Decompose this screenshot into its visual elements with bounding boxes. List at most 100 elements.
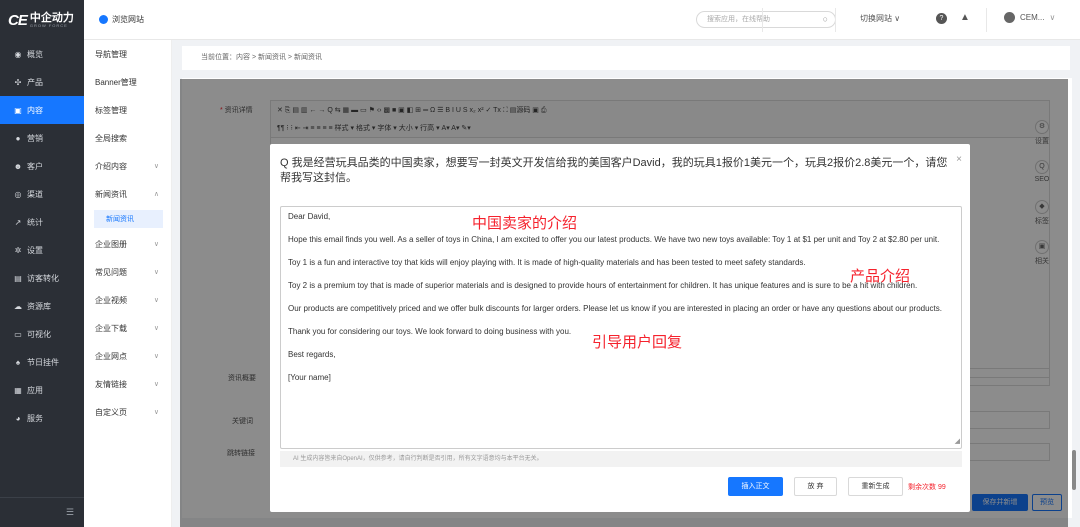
submenu-item-label: 企业图册 <box>95 239 127 249</box>
browse-site-label: 浏览网站 <box>112 15 144 24</box>
chevron-down-icon: ∨ <box>1049 13 1056 22</box>
bell-icon[interactable]: ▲ <box>960 12 970 23</box>
chevron-icon: ∨ <box>153 163 159 170</box>
letter-paragraph: Hope this email finds you well. As a sel… <box>288 235 940 244</box>
content-icon: ▣ <box>14 105 22 115</box>
submenu-child-news[interactable]: 新闻资讯 <box>94 210 163 228</box>
submenu-item[interactable]: 介绍内容 ∨ <box>84 152 171 180</box>
regenerate-button[interactable]: 重新生成 <box>848 477 903 496</box>
ai-disclaimer: AI 生成内容皆来自OpenAI，仅供参考，请自行判断是否引用，所有文字语意均与… <box>280 451 962 467</box>
settings-icon: ✲ <box>14 245 22 255</box>
divider <box>835 8 836 32</box>
marketing-icon: ● <box>15 133 21 143</box>
browse-site-link[interactable]: 浏览网站 <box>84 14 144 25</box>
channel-icon: ◎ <box>14 189 22 199</box>
sidebar-item-monitor[interactable]: ▭ 可视化 <box>0 320 84 348</box>
sidebar-nav: ◉ 概览 ✣ 产品 ▣ 内容 ● 营销 ☻ 客户 ◎ 渠道 ↗ 统计 ✲ 设置 ▤ 访客转化 ☁ 资源库 ▭ 可视化 ♠ 节日… <box>0 40 84 432</box>
discard-button[interactable]: 放 弃 <box>794 477 837 496</box>
submenu-item[interactable]: Banner管理 <box>84 68 171 96</box>
globe-icon <box>99 15 108 24</box>
submenu-item[interactable]: 标签管理 <box>84 96 171 124</box>
sidebar-item-product[interactable]: ✣ 产品 <box>0 68 84 96</box>
submenu-item[interactable]: 企业下载 ∨ <box>84 314 171 342</box>
divider <box>762 8 763 32</box>
search-icon[interactable]: ○ <box>823 12 828 27</box>
submenu-item[interactable]: 自定义页 ∨ <box>84 398 171 426</box>
sidebar-item-service[interactable]: ◕ 服务 <box>0 404 84 432</box>
divider <box>986 8 987 32</box>
chevron-icon: ∨ <box>153 325 159 332</box>
resize-handle-icon[interactable]: ◢ <box>955 436 960 447</box>
sidebar-item-pendant[interactable]: ♠ 节日挂件 <box>0 348 84 376</box>
service-icon: ◕ <box>15 413 21 423</box>
sidebar-item-label: 产品 <box>27 77 43 87</box>
sidebar-item-label: 内容 <box>27 105 43 115</box>
submenu-item-label: 全局搜索 <box>95 133 127 143</box>
logo-text: 中企动力 GROW FORCE <box>29 11 74 28</box>
sidebar-item-stats[interactable]: ↗ 统计 <box>0 208 84 236</box>
letter-paragraph: [Your name] <box>288 373 331 382</box>
top-bar: 浏览网站 搜索应用，在线帮助 ○ 切换网站 ∨ ? ▲ CEM... ∨ <box>84 0 1080 40</box>
chevron-icon: ∨ <box>153 381 159 388</box>
submenu-item[interactable]: 企业网点 ∨ <box>84 342 171 370</box>
sidebar-item-label: 访客转化 <box>27 273 59 283</box>
annotation-intro: 中国卖家的介绍 <box>472 215 578 232</box>
scrollbar[interactable] <box>1072 450 1076 490</box>
dashboard-icon: ◉ <box>14 49 22 59</box>
remaining-count: 剩余次数 99 <box>908 484 946 491</box>
sidebar-item-label: 概览 <box>27 49 43 59</box>
apps-icon: ▦ <box>14 385 22 395</box>
sidebar-item-label: 统计 <box>27 217 43 227</box>
sidebar-item-label: 设置 <box>27 245 43 255</box>
user-name: CEM... <box>1020 13 1045 22</box>
logo-en: GROW FORCE <box>29 22 68 28</box>
collapse-menu-icon[interactable]: ☰ <box>0 497 84 527</box>
sidebar-item-content[interactable]: ▣ 内容 <box>0 96 84 124</box>
avatar <box>1004 12 1015 23</box>
logo-mark: CE <box>8 11 28 29</box>
sidebar-item-label: 应用 <box>27 385 43 395</box>
annotation-guide: 引导用户回复 <box>592 334 683 351</box>
submenu-item[interactable]: 全局搜索 <box>84 124 171 152</box>
submenu-item[interactable]: 企业图册 ∨ <box>84 230 171 258</box>
letter-paragraph: Our products are competitively priced an… <box>288 304 942 313</box>
submenu-item[interactable]: 常见问题 ∨ <box>84 258 171 286</box>
chevron-icon: ∧ <box>153 191 159 198</box>
user-menu[interactable]: CEM... ∨ <box>1004 12 1055 23</box>
logo[interactable]: CE 中企动力 GROW FORCE <box>0 0 84 40</box>
chevron-icon: ∨ <box>153 297 159 304</box>
logo-cn: 中企动力 <box>29 11 74 24</box>
insert-body-button[interactable]: 插入正文 <box>728 477 783 496</box>
sidebar-item-customer[interactable]: ☻ 客户 <box>0 152 84 180</box>
submenu-item[interactable]: 企业视频 ∨ <box>84 286 171 314</box>
sidebar-item-label: 可视化 <box>27 329 51 339</box>
product-icon: ✣ <box>14 77 22 87</box>
sidebar-item-channel[interactable]: ◎ 渠道 <box>0 180 84 208</box>
sidebar-item-settings[interactable]: ✲ 设置 <box>0 236 84 264</box>
visitor-icon: ▤ <box>14 273 22 283</box>
main-sidebar: CE 中企动力 GROW FORCE ◉ 概览 ✣ 产品 ▣ 内容 ● 营销 ☻ 客户 ◎ 渠道 ↗ 统计… <box>0 0 84 527</box>
cloud-icon: ☁ <box>14 301 22 311</box>
search-input[interactable]: 搜索应用，在线帮助 ○ <box>696 11 836 28</box>
submenu-item[interactable]: 新闻资讯 ∧ <box>84 180 171 208</box>
help-icon[interactable]: ? <box>936 13 947 24</box>
stats-icon: ↗ <box>14 217 22 227</box>
submenu-item[interactable]: 友情链接 ∨ <box>84 370 171 398</box>
sidebar-item-label: 营销 <box>27 133 43 143</box>
letter-body: Dear David, Hope this email finds you wel… <box>288 211 954 383</box>
sidebar-item-dashboard[interactable]: ◉ 概览 <box>0 40 84 68</box>
sidebar-item-cloud[interactable]: ☁ 资源库 <box>0 292 84 320</box>
customer-icon: ☻ <box>13 161 23 171</box>
question-text: Q 我是经营玩具品类的中国卖家，想要写一封英文开发信给我的美国客户David，我… <box>280 157 948 184</box>
search-placeholder: 搜索应用，在线帮助 <box>707 16 770 23</box>
close-icon[interactable]: × <box>956 154 962 165</box>
submenu-item[interactable]: 导航管理 <box>84 40 171 68</box>
sidebar-item-apps[interactable]: ▦ 应用 <box>0 376 84 404</box>
generated-letter-textarea[interactable]: Dear David, Hope this email finds you wel… <box>280 206 962 449</box>
chevron-icon: ∨ <box>153 353 159 360</box>
sidebar-item-visitor[interactable]: ▤ 访客转化 <box>0 264 84 292</box>
breadcrumb: 当前位置：内容 > 新闻资讯 > 新闻资讯 <box>182 46 1070 70</box>
submenu-item-label: 常见问题 <box>95 267 127 277</box>
switch-site-dropdown[interactable]: 切换网站 ∨ <box>860 13 900 24</box>
sidebar-item-marketing[interactable]: ● 营销 <box>0 124 84 152</box>
